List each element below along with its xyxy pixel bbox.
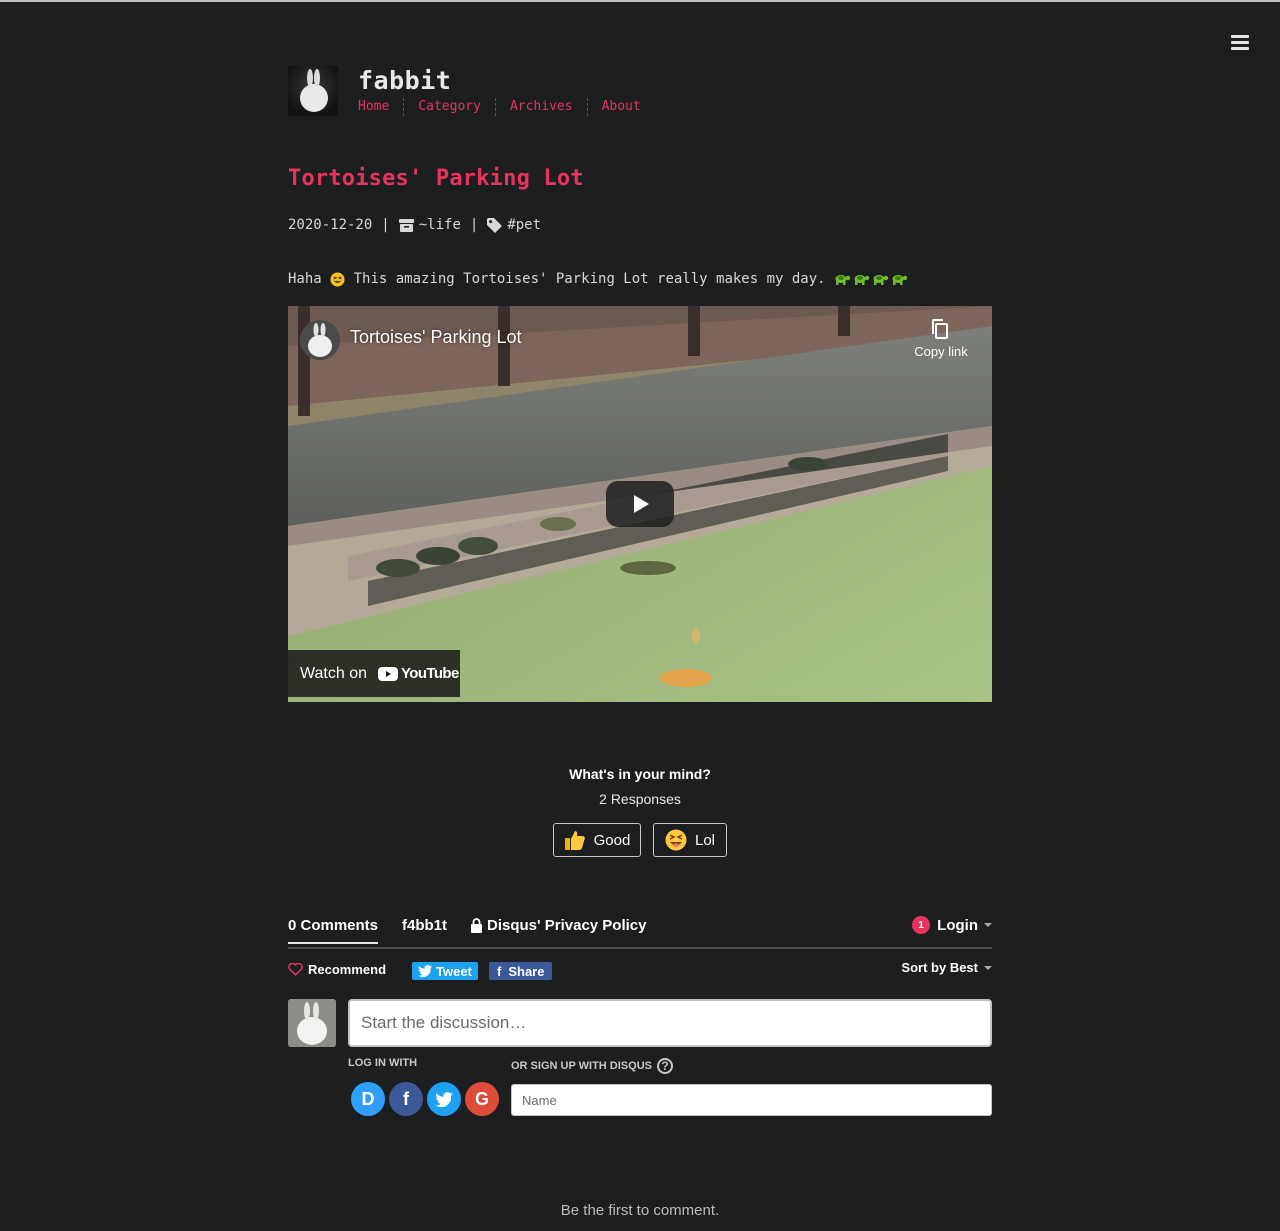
reactions-panel: What's in your mind? 2 Responses Good Lo… [288,766,992,857]
copy-link-button[interactable]: Copy link [906,318,976,359]
grinning-squint-emoji-icon [330,271,345,287]
share-label: Share [508,963,545,979]
reactions-question: What's in your mind? [569,766,711,782]
youtube-logo-icon [378,666,398,681]
chevron-down-icon [984,965,992,970]
privacy-policy-label: Disqus' Privacy Policy [487,917,647,934]
tab-comments[interactable]: 0 Comments [288,917,379,944]
reaction-good-button[interactable]: Good [553,823,641,857]
disqus-actions: Recommend Tweet f Share Sort by Best [288,949,992,987]
name-input[interactable]: Name [511,1084,992,1116]
copy-icon [932,319,948,339]
recommend-label: Recommend [308,962,387,977]
comment-input[interactable]: Start the discussion… [348,999,992,1047]
lock-icon [471,918,482,933]
copy-link-label: Copy link [914,344,968,359]
post-category[interactable]: ~life [419,217,461,233]
meta-separator: | [381,217,390,233]
reactions-count: 2 Responses [599,791,681,807]
reaction-buttons: Good Lol [288,823,992,857]
hamburger-menu-icon[interactable] [1229,34,1251,52]
nav-archives[interactable]: Archives [494,98,587,116]
play-icon [634,495,649,513]
heart-icon [288,963,303,976]
archive-icon [398,218,414,232]
facebook-share-button[interactable]: f Share [489,962,553,980]
reaction-lol-button[interactable]: Lol [653,823,727,857]
help-icon[interactable]: ? [656,1058,673,1074]
facebook-login-icon[interactable]: f [389,1082,423,1116]
nav-home[interactable]: Home [358,98,403,116]
reaction-lol-label: Lol [694,831,716,849]
channel-avatar[interactable] [300,320,340,360]
tab-community[interactable]: f4bb1t [402,917,447,934]
thumbs-up-emoji-icon [564,829,586,851]
recommend-button[interactable]: Recommend [288,962,386,977]
nav-category[interactable]: Category [403,98,495,116]
log-in-with-label: LOG IN WITH [348,1057,418,1069]
notification-badge: 1 [912,916,931,934]
intro-text-start: Haha [288,271,331,287]
nav-about[interactable]: About [586,98,655,116]
or-sign-up-text: OR SIGN UP WITH DISQUS [511,1060,652,1072]
reaction-good-label: Good [593,831,631,849]
post-meta: 2020-12-20 | ~life | #pet [288,217,541,233]
user-avatar [288,999,336,1047]
post-date: 2020-12-20 [288,217,373,233]
laughing-emoji-icon [665,829,687,851]
disqus-tabs: 0 Comments f4bb1t Disqus' Privacy Policy… [288,912,992,949]
intro-text-end: This amazing Tortoises' Parking Lot real… [345,271,835,287]
twitter-login-icon[interactable] [427,1082,461,1116]
main-nav: Home Category Archives About [358,98,655,116]
turtle-emoji-icons [835,275,908,285]
site-logo[interactable] [288,66,338,116]
tag-icon [487,217,503,233]
sort-label: Sort by Best [901,960,978,975]
disqus-login-icon[interactable]: D [351,1082,385,1116]
twitter-icon [418,965,432,977]
post-tag[interactable]: #pet [507,217,541,233]
watch-on-youtube-button[interactable]: Watch on YouTube [288,650,460,697]
site-title[interactable]: fabbit [358,66,451,95]
tweet-label: Tweet [436,963,472,979]
disqus-thread: 0 Comments f4bb1t Disqus' Privacy Policy… [288,912,992,1116]
top-border [0,0,1280,2]
post-intro: Haha This amazing Tortoises' Parking Lot… [288,271,910,287]
youtube-wordmark: YouTube [401,665,459,682]
sort-dropdown[interactable]: Sort by Best [901,960,992,975]
empty-comments-message: Be the first to comment. [560,1202,720,1219]
facebook-icon: f [497,963,502,979]
youtube-video-embed[interactable]: Tortoises' Parking Lot Copy link Watch o… [288,306,992,702]
post-title: Tortoises' Parking Lot [288,166,584,191]
tweet-button[interactable]: Tweet [412,962,478,980]
meta-separator: | [469,217,479,233]
play-button[interactable] [606,481,674,527]
video-title[interactable]: Tortoises' Parking Lot [350,327,522,348]
watch-on-label: Watch on [300,664,367,682]
login-menu[interactable]: 1 Login [912,916,992,934]
login-label: Login [937,916,978,934]
tab-privacy-policy[interactable]: Disqus' Privacy Policy [470,917,646,934]
chevron-down-icon [984,923,992,927]
site-header: fabbit Home Category Archives About [288,66,992,122]
google-login-icon[interactable]: G [465,1082,499,1116]
or-sign-up-label: OR SIGN UP WITH DISQUS ? [511,1058,673,1074]
